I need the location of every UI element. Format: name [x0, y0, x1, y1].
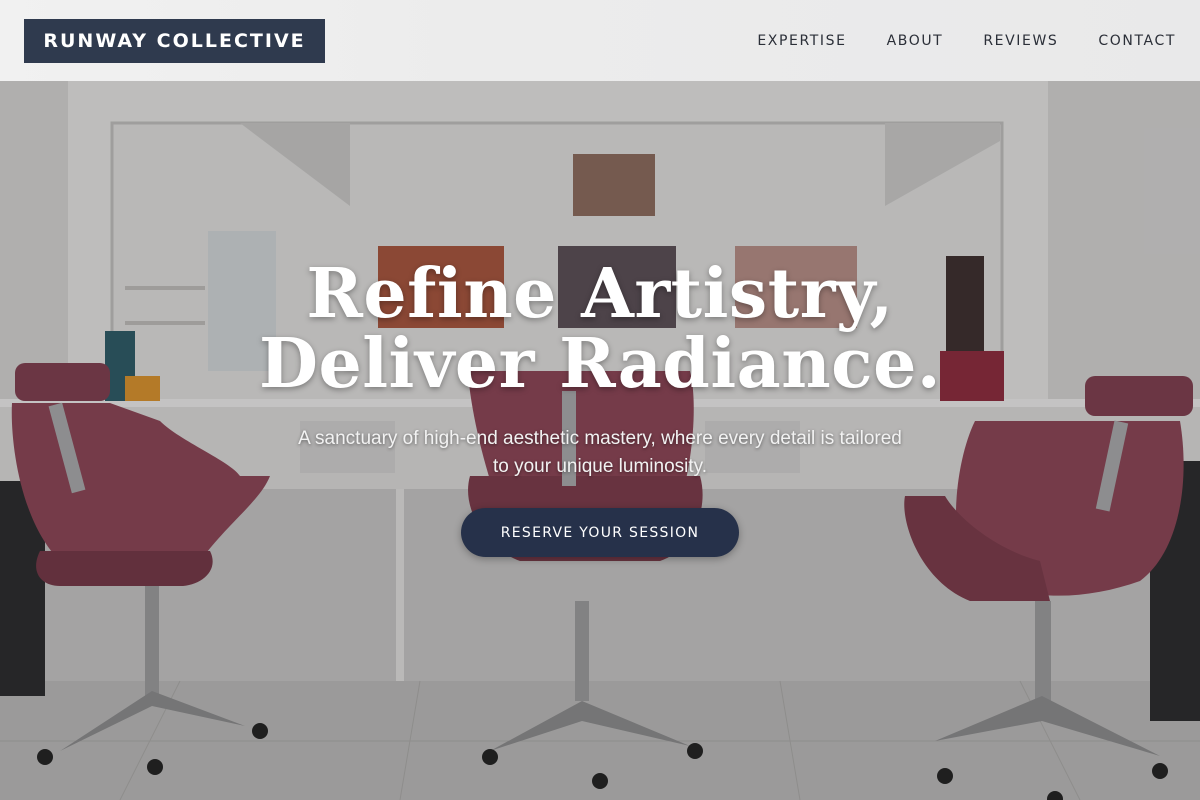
nav-link-expertise[interactable]: EXPERTISE — [757, 33, 846, 49]
nav-link-reviews[interactable]: REVIEWS — [983, 33, 1058, 49]
hero-content: Refine Artistry, Deliver Radiance. A san… — [0, 81, 1200, 800]
hero-headline: Refine Artistry, Deliver Radiance. — [200, 259, 1000, 399]
headline-line-2: Deliver Radiance. — [258, 324, 942, 404]
headline-line-1: Refine Artistry, — [306, 254, 894, 334]
nav-link-contact[interactable]: CONTACT — [1098, 33, 1176, 49]
nav-link-about[interactable]: ABOUT — [887, 33, 944, 49]
reserve-session-button[interactable]: RESERVE YOUR SESSION — [461, 508, 739, 557]
hero-section: Refine Artistry, Deliver Radiance. A san… — [0, 81, 1200, 800]
main-nav: EXPERTISE ABOUT REVIEWS CONTACT — [757, 33, 1176, 49]
brand-logo[interactable]: RUNWAY COLLECTIVE — [24, 18, 325, 63]
hero-subtext: A sanctuary of high-end aesthetic master… — [298, 428, 902, 477]
site-header: RUNWAY COLLECTIVE EXPERTISE ABOUT REVIEW… — [0, 0, 1200, 81]
